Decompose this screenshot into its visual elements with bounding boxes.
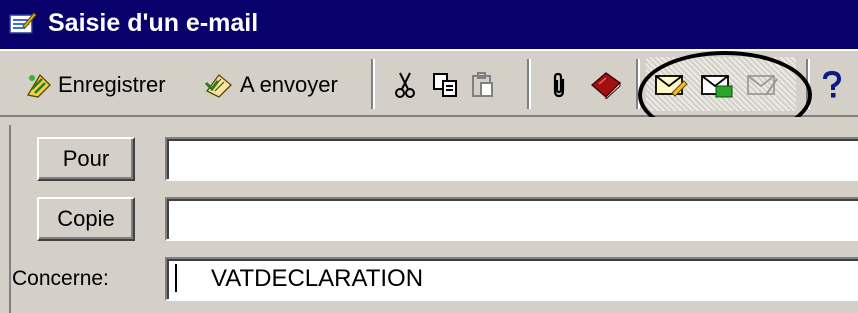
outbox-icon	[204, 74, 232, 98]
outbox-label: A envoyer	[240, 72, 338, 97]
attach-button[interactable]	[551, 65, 569, 105]
send-button-group	[646, 57, 796, 111]
compose-mail-icon	[9, 12, 37, 34]
save-icon	[26, 73, 51, 98]
toolbar-separator	[527, 59, 531, 109]
send-mail-icon	[655, 75, 688, 97]
compose-form: Pour Copie Concerne: VATDECLARATION	[0, 117, 858, 313]
window-title: Saisie d'un e-mail	[48, 9, 259, 37]
send-mail-confirm-icon	[701, 75, 733, 98]
toolbar: Enregistrer A envoyer	[0, 49, 858, 117]
to-button[interactable]: Pour	[37, 137, 135, 181]
send-confirm-button[interactable]	[700, 65, 734, 105]
to-field[interactable]	[165, 137, 858, 181]
copy-icon	[433, 73, 457, 97]
copy-button[interactable]	[432, 65, 460, 105]
subject-label: Concerne:	[12, 267, 109, 290]
toolbar-separator	[806, 59, 810, 109]
toolbar-separator	[636, 59, 640, 109]
subject-field[interactable]: VATDECLARATION	[165, 257, 858, 301]
title-bar: Saisie d'un e-mail	[0, 0, 858, 49]
paperclip-icon	[553, 72, 565, 98]
toolbar-separator	[371, 59, 375, 109]
save-button[interactable]: Enregistrer	[26, 65, 166, 105]
form-border	[9, 125, 11, 313]
address-book-icon	[591, 72, 622, 99]
address-book-button[interactable]	[590, 65, 622, 105]
text-caret	[175, 264, 177, 292]
outbox-button[interactable]: A envoyer	[204, 65, 338, 105]
send-button[interactable]	[654, 65, 688, 105]
cc-field[interactable]	[165, 197, 858, 241]
email-compose-window: Saisie d'un e-mail Enregistrer A envoyer	[0, 0, 858, 313]
cc-button[interactable]: Copie	[37, 197, 135, 241]
scissors-icon	[395, 72, 415, 98]
send-mail-disabled-icon	[747, 75, 778, 96]
paste-icon	[472, 72, 493, 97]
save-label: Enregistrer	[58, 72, 166, 97]
cut-button[interactable]	[394, 65, 416, 105]
help-icon	[823, 70, 842, 98]
help-button[interactable]	[821, 65, 843, 105]
subject-value: VATDECLARATION	[211, 265, 424, 292]
send-disabled-button[interactable]	[746, 65, 780, 105]
paste-button[interactable]	[470, 65, 496, 105]
